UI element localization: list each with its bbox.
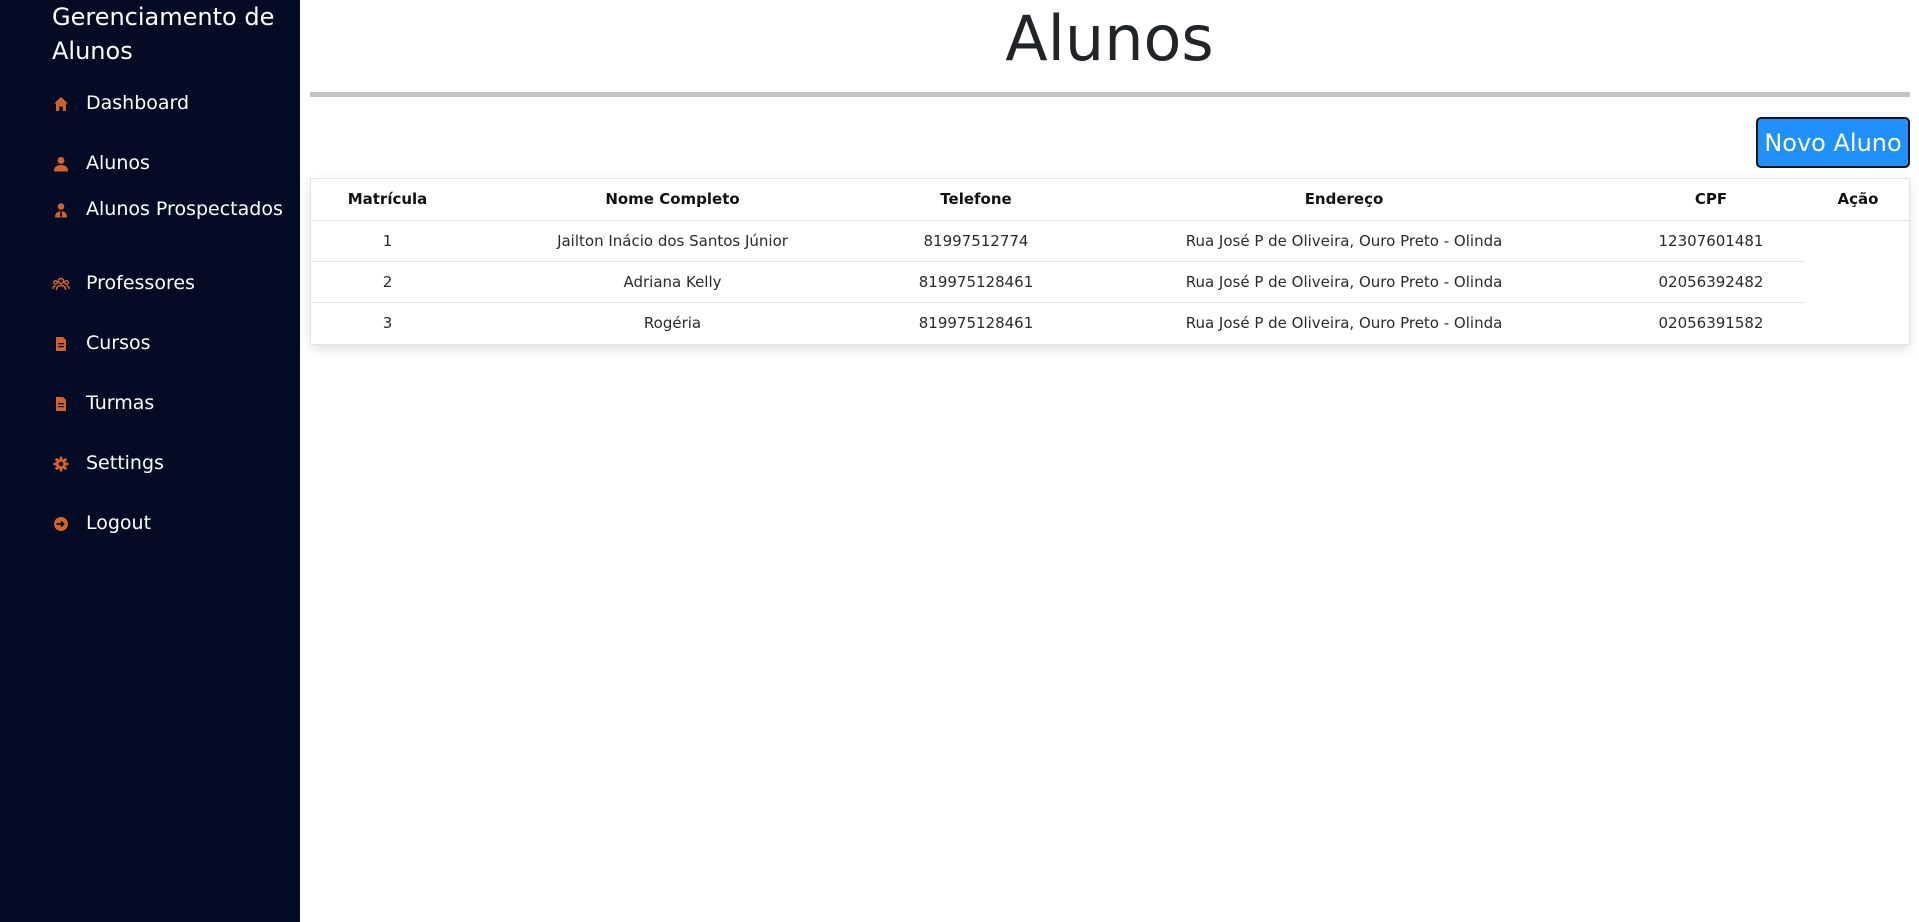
sidebar-item-label: Dashboard	[86, 92, 190, 114]
students-table-card: Matrícula Nome Completo Telefone Endereç…	[310, 178, 1911, 345]
sidebar-item-label: Alunos Prospectados	[86, 198, 283, 220]
cell-matricula: 3	[382, 313, 393, 332]
column-header-cpf[interactable]: CPF	[1617, 179, 1805, 221]
cell-endereco: Rua José P de Oliveira, Ouro Preto - Oli…	[1185, 313, 1503, 332]
column-header-endereco[interactable]: Endereço	[1071, 179, 1617, 221]
cell-endereco: Rua José P de Oliveira, Ouro Preto - Oli…	[1071, 220, 1617, 262]
table-row: 3 Rogéria 819975128461 Rua José P de Oli…	[311, 302, 1911, 343]
sidebar-item-settings[interactable]: Settings	[52, 450, 292, 477]
sidebar-item-turmas[interactable]: Turmas	[52, 390, 292, 417]
cell-matricula: 2	[311, 261, 464, 303]
sidebar-item-label: Turmas	[86, 392, 155, 414]
file-icon	[52, 395, 70, 413]
column-header-nome[interactable]: Nome Completo	[464, 179, 881, 221]
cell-telefone: 819975128461	[918, 313, 1034, 332]
sidebar-item-alunos[interactable]: Alunos	[52, 150, 292, 177]
column-header-telefone[interactable]: Telefone	[881, 179, 1071, 221]
file-icon	[52, 335, 70, 353]
column-header-matricula[interactable]: Matrícula	[311, 179, 464, 221]
cell-matricula: 1	[311, 220, 464, 262]
table-header-row: Matrícula Nome Completo Telefone Endereç…	[311, 179, 1911, 221]
sidebar-item-label: Alunos	[86, 152, 150, 174]
cell-cpf: 02056392482	[1617, 261, 1805, 303]
sidebar-item-professores[interactable]: Professores	[52, 270, 292, 297]
page-title: Alunos	[1005, 2, 1214, 75]
new-student-button[interactable]: Novo Aluno	[1756, 117, 1910, 168]
cell-nome: Rogéria	[643, 313, 702, 332]
main-content: Alunos Novo Aluno Matrícula Nome Complet…	[300, 0, 1919, 922]
user-icon	[52, 155, 70, 173]
sidebar: Gerenciamento de Alunos Dashboard Alunos…	[0, 0, 300, 922]
cell-nome: Jailton Inácio dos Santos Júnior	[464, 220, 881, 262]
title-divider	[310, 92, 1910, 97]
sidebar-item-label: Settings	[86, 452, 164, 474]
app-brand: Gerenciamento de Alunos	[52, 3, 275, 65]
cell-acao	[1805, 261, 1911, 302]
cell-endereco: Rua José P de Oliveira, Ouro Preto - Oli…	[1071, 261, 1617, 303]
sidebar-item-label: Cursos	[86, 332, 151, 354]
home-icon	[52, 95, 70, 113]
sidebar-item-label: Professores	[86, 272, 195, 294]
cell-cpf: 02056391582	[1658, 313, 1764, 332]
table-row: 2 Adriana Kelly 819975128461 Rua José P …	[311, 261, 1911, 303]
cell-nome: Adriana Kelly	[464, 261, 881, 303]
users-icon	[52, 275, 70, 293]
sidebar-item-label: Logout	[86, 512, 152, 534]
cell-telefone: 819975128461	[881, 261, 1071, 303]
gear-icon	[52, 455, 70, 473]
sidebar-item-dashboard[interactable]: Dashboard	[52, 90, 292, 117]
column-header-acao: Ação	[1805, 179, 1911, 221]
user-tie-icon	[52, 201, 70, 219]
table-row: 1 Jailton Inácio dos Santos Júnior 81997…	[311, 220, 1911, 262]
cell-cpf: 12307601481	[1617, 220, 1805, 262]
cell-acao	[1805, 220, 1911, 261]
students-table: Matrícula Nome Completo Telefone Endereç…	[311, 179, 1911, 343]
sidebar-item-cursos[interactable]: Cursos	[52, 330, 292, 357]
cell-acao	[1805, 302, 1911, 343]
sidebar-item-alunos-prospectados[interactable]: Alunos Prospectados	[52, 196, 292, 223]
cell-telefone: 81997512774	[881, 220, 1071, 262]
sidebar-item-logout[interactable]: Logout	[52, 510, 292, 537]
logout-icon	[52, 515, 70, 533]
